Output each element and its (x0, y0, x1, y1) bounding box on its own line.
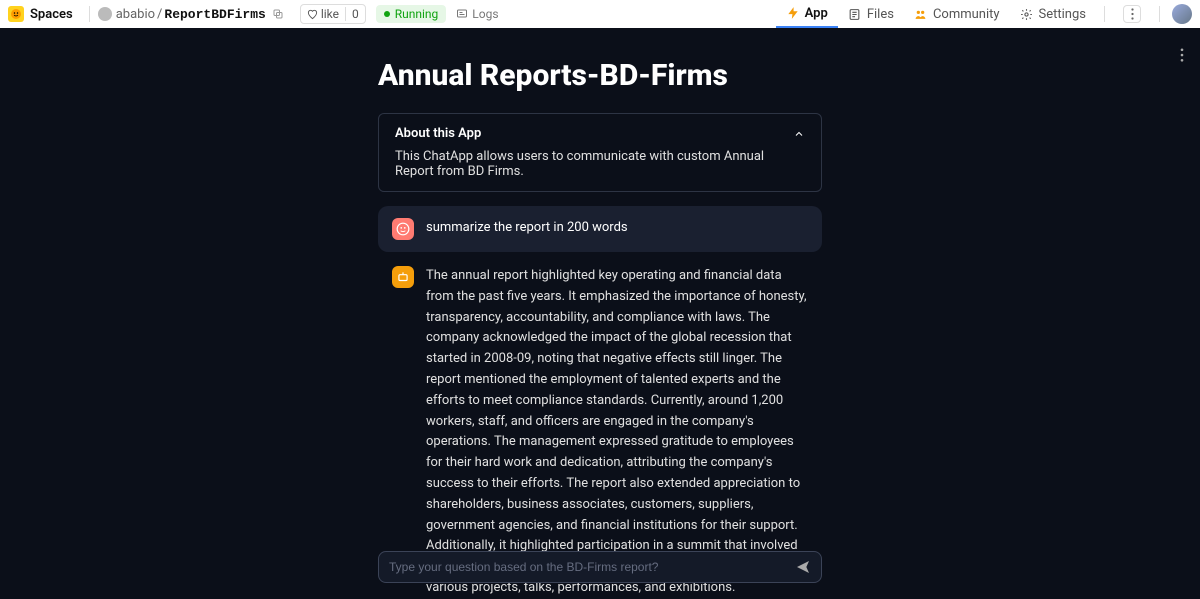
about-toggle[interactable]: About this App (395, 126, 805, 141)
like-group: like 0 (300, 4, 366, 24)
page-title: Annual Reports-BD-Firms (378, 58, 822, 93)
like-label: like (321, 7, 339, 21)
breadcrumb-owner: ababio (116, 7, 155, 22)
bot-message-text: The annual report highlighted key operat… (426, 266, 808, 599)
tab-files-label: Files (867, 7, 894, 22)
separator (1104, 6, 1105, 22)
breadcrumb-name: ReportBDFirms (164, 7, 265, 22)
send-button[interactable] (795, 559, 811, 575)
logs-link[interactable]: Logs (456, 7, 498, 21)
status-label: Running (395, 7, 439, 21)
chat-input[interactable] (389, 560, 795, 574)
tab-app-label: App (805, 6, 828, 21)
more-button[interactable] (1123, 5, 1141, 23)
status-dot-icon (384, 11, 390, 17)
chat-input-bar (378, 551, 822, 583)
tab-files[interactable]: Files (838, 0, 904, 28)
separator (1159, 6, 1160, 22)
tab-community-label: Community (933, 7, 1000, 22)
tab-app[interactable]: App (776, 0, 838, 28)
separator (89, 6, 90, 22)
chevron-up-icon (793, 128, 805, 140)
like-button[interactable]: like (301, 7, 345, 21)
about-panel: About this App This ChatApp allows users… (378, 113, 822, 192)
like-count: 0 (345, 7, 365, 21)
breadcrumb[interactable]: ababio / ReportBDFirms (116, 7, 266, 22)
breadcrumb-slash: / (157, 7, 162, 22)
user-avatar[interactable] (1172, 4, 1192, 24)
owner-avatar (98, 7, 112, 21)
tab-community[interactable]: Community (904, 0, 1010, 28)
files-icon (848, 7, 862, 21)
logs-label: Logs (472, 7, 498, 21)
user-message: summarize the report in 200 words (378, 206, 822, 252)
about-description: This ChatApp allows users to communicate… (395, 149, 805, 179)
app-menu-button[interactable] (1180, 48, 1184, 62)
tab-settings-label: Settings (1039, 7, 1086, 22)
about-title: About this App (395, 126, 481, 141)
gear-icon (1020, 7, 1034, 21)
community-icon (914, 7, 928, 21)
status-pill: Running (376, 5, 447, 23)
spaces-link[interactable]: Spaces (30, 7, 73, 22)
bolt-icon (786, 6, 800, 20)
bot-message: The annual report highlighted key operat… (378, 266, 822, 599)
bot-chat-avatar-icon (392, 266, 414, 288)
copy-icon[interactable] (272, 8, 284, 20)
user-chat-avatar-icon (392, 218, 414, 240)
hf-logo-icon (8, 6, 24, 22)
tab-settings[interactable]: Settings (1010, 0, 1096, 28)
user-message-text: summarize the report in 200 words (426, 218, 628, 240)
